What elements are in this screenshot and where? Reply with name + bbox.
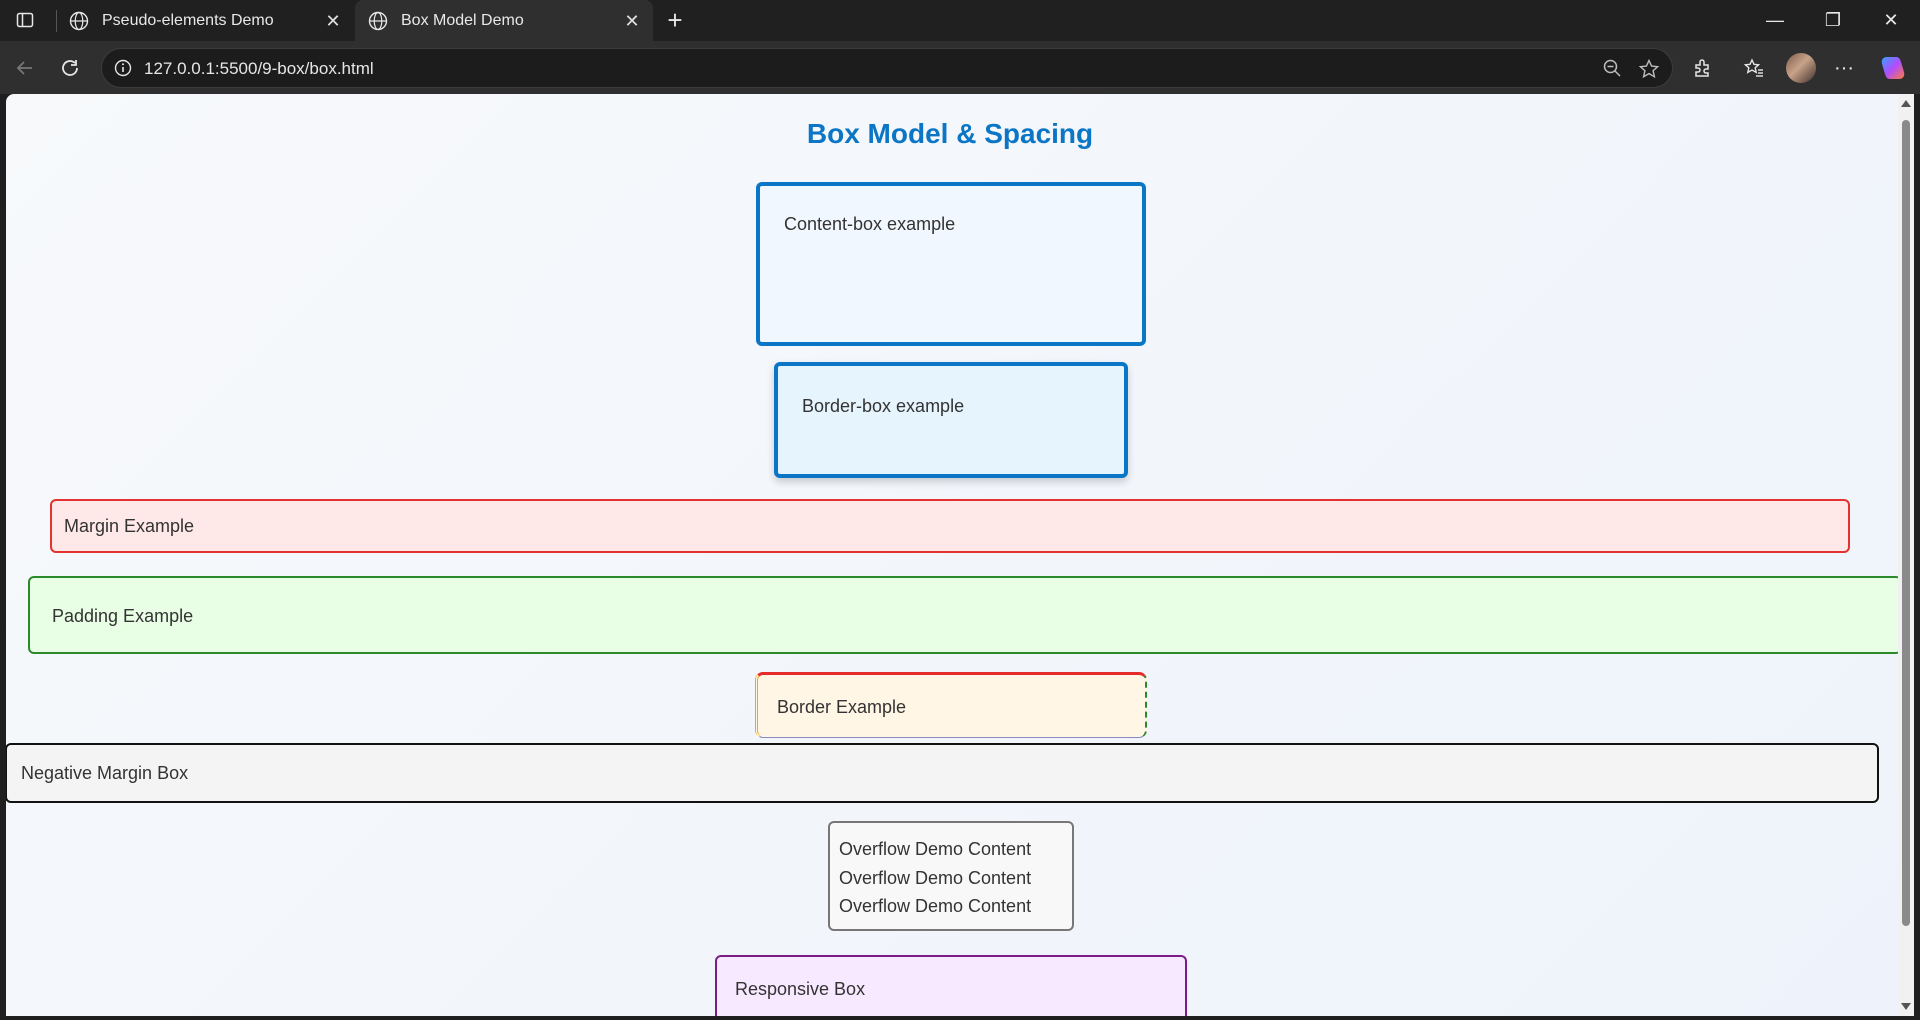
browser-toolbar: 127.0.0.1:5500/9-box/box.html ···: [0, 41, 1920, 94]
reload-icon: [62, 60, 78, 76]
padding-example-box: Padding Example: [28, 576, 1898, 654]
more-button[interactable]: ···: [1828, 52, 1860, 84]
scrollbar-thumb[interactable]: [1902, 120, 1910, 926]
tab-close-button[interactable]: ✕: [324, 12, 342, 30]
overflow-line: Overflow Demo Content: [839, 867, 1032, 888]
window-frame: [1914, 94, 1920, 1020]
extensions-button[interactable]: [1687, 52, 1719, 84]
close-window-button[interactable]: ✕: [1864, 0, 1918, 41]
tab-title: Box Model Demo: [401, 11, 524, 29]
back-icon: [16, 61, 32, 75]
minimize-button[interactable]: —: [1748, 0, 1802, 41]
tab-box-model[interactable]: Box Model Demo ✕: [355, 0, 653, 41]
star-icon[interactable]: [1638, 58, 1660, 80]
profile-avatar[interactable]: [1786, 53, 1816, 83]
tab-pseudo-elements[interactable]: Pseudo-elements Demo ✕: [56, 0, 354, 41]
responsive-box: Responsive Box: [715, 955, 1187, 1016]
globe-icon: [368, 11, 388, 30]
page-title: Box Model & Spacing: [806, 118, 1094, 149]
tab-title: Pseudo-elements Demo: [102, 11, 274, 29]
restore-button[interactable]: ❐: [1806, 0, 1860, 41]
padding-example-label: Padding Example: [52, 606, 194, 626]
url-text: 127.0.0.1:5500/9-box/box.html: [144, 59, 374, 78]
address-bar[interactable]: 127.0.0.1:5500/9-box/box.html: [101, 48, 1673, 88]
negative-margin-box: Negative Margin Box: [6, 743, 1879, 803]
vertical-scrollbar[interactable]: [1898, 94, 1914, 1016]
overflow-demo-box[interactable]: Overflow Demo Content Overflow Demo Cont…: [828, 821, 1074, 931]
border-box-label: Border-box example: [802, 396, 965, 416]
sidebar-icon: [16, 12, 34, 28]
negative-margin-label: Negative Margin Box: [21, 763, 189, 783]
margin-example-box: Margin Example: [50, 499, 1850, 553]
reload-button[interactable]: [54, 52, 86, 84]
tab-strip: Pseudo-elements Demo ✕ Box Model Demo ✕ …: [0, 0, 1920, 41]
border-example-label: Border Example: [777, 697, 907, 717]
scroll-up-arrow-icon[interactable]: [1901, 100, 1911, 107]
zoom-out-icon[interactable]: [1602, 58, 1622, 78]
window-frame: [0, 1016, 1920, 1020]
overflow-line: Overflow Demo Content: [839, 839, 1032, 859]
new-tab-button[interactable]: +: [662, 7, 688, 34]
back-button[interactable]: [9, 52, 41, 84]
content-box-example: Content-box example: [756, 182, 1146, 346]
copilot-icon[interactable]: [1878, 53, 1908, 83]
tab-close-button[interactable]: ✕: [623, 12, 641, 30]
overflow-line: Overflow Demo Content: [839, 896, 1032, 916]
margin-example-label: Margin Example: [64, 516, 195, 536]
favorites-button[interactable]: [1738, 52, 1770, 84]
responsive-box-label: Responsive Box: [735, 979, 866, 999]
page-viewport: Box Model & Spacing Content-box example …: [6, 94, 1898, 1016]
border-box-example: Border-box example: [774, 362, 1128, 478]
content-box-label: Content-box example: [784, 214, 956, 234]
favorites-icon: [1743, 58, 1763, 77]
border-example-box: Border Example: [755, 672, 1147, 738]
sidebar-toggle-button[interactable]: [12, 8, 38, 32]
extensions-icon: [1695, 59, 1709, 77]
info-icon: [114, 59, 132, 77]
scroll-down-arrow-icon[interactable]: [1901, 1003, 1911, 1010]
globe-icon: [69, 11, 89, 30]
